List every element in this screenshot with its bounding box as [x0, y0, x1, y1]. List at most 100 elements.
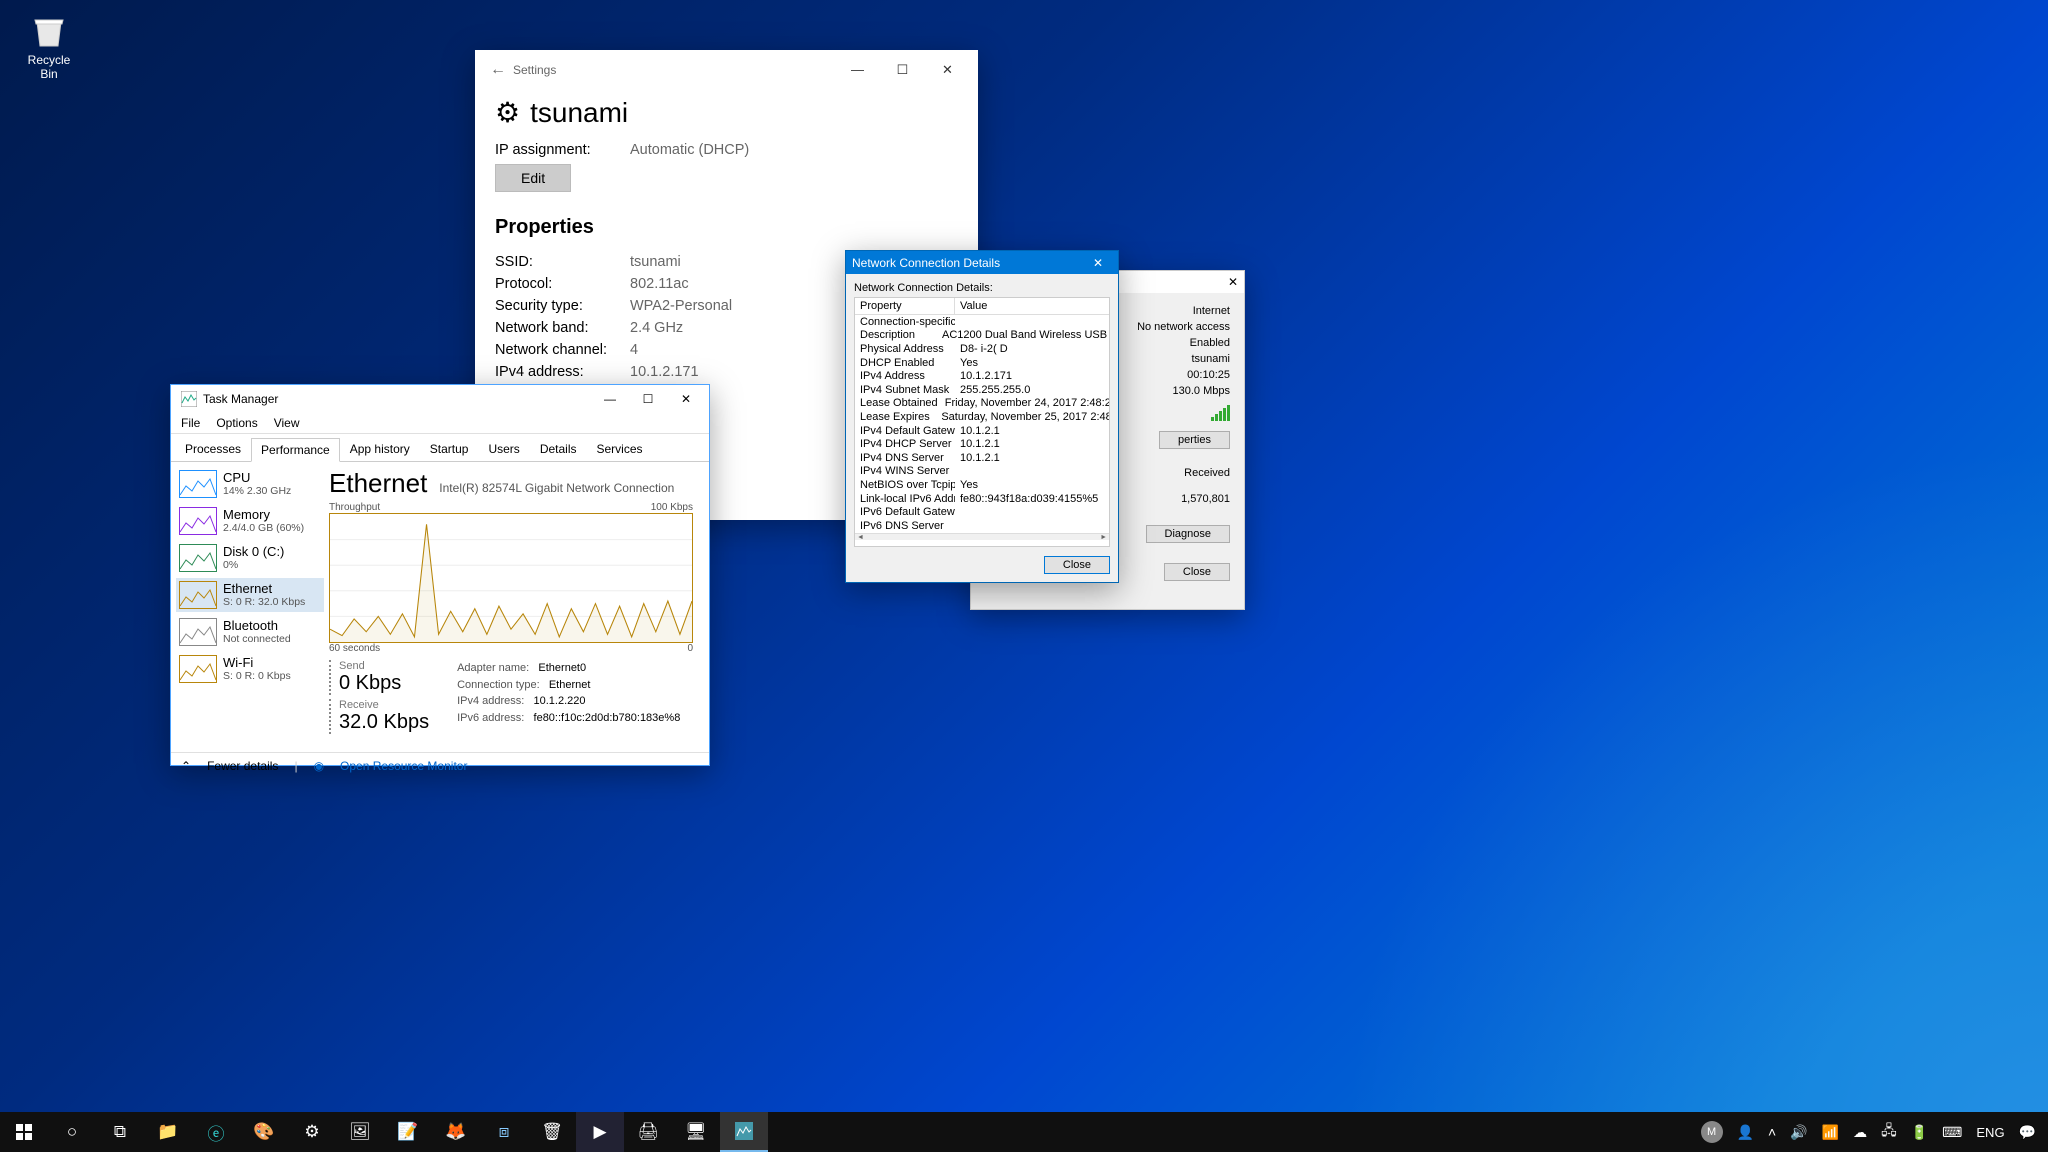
recycle-bin[interactable]: Recycle Bin [18, 10, 80, 81]
adapter-key: IPv4 address: [457, 695, 524, 707]
ncd-property: Description [855, 329, 937, 343]
close-button[interactable]: ✕ [1084, 256, 1112, 270]
signal-icon [1211, 405, 1230, 421]
tab-details[interactable]: Details [530, 437, 587, 461]
perf-title: Bluetooth [223, 618, 291, 633]
ncd-value: 10.1.2.1 [955, 437, 1005, 451]
ncd-value: 10.1.2.1 [955, 424, 1005, 438]
edge-icon[interactable]: ⓔ [192, 1112, 240, 1152]
volume-icon[interactable]: 🔊 [1790, 1124, 1807, 1141]
property-label: SSID: [495, 254, 630, 270]
maximize-button[interactable]: ☐ [629, 392, 667, 406]
tab-app-history[interactable]: App history [340, 437, 420, 461]
onedrive-icon[interactable]: ☁ [1853, 1124, 1867, 1141]
keyboard-icon[interactable]: ⌨ [1942, 1124, 1962, 1141]
edit-button[interactable]: Edit [495, 164, 571, 192]
adapter-value: Ethernet0 [538, 662, 586, 674]
taskmgr-icon [181, 391, 197, 407]
menu-item[interactable]: Options [216, 416, 257, 430]
recycle-bin-label: Recycle Bin [18, 53, 80, 81]
remote-desktop-icon[interactable]: 🖥 [672, 1112, 720, 1152]
minimize-button[interactable]: — [591, 392, 629, 406]
tab-performance[interactable]: Performance [251, 438, 340, 462]
close-button[interactable]: Close [1044, 556, 1110, 574]
detail-subtitle: Intel(R) 82574L Gigabit Network Connecti… [439, 481, 674, 495]
visual-studio-icon[interactable]: ⧈ [480, 1112, 528, 1152]
task-view-button[interactable]: ⧉ [96, 1112, 144, 1152]
close-icon[interactable]: ✕ [1228, 275, 1238, 289]
cortana-button[interactable]: ○ [48, 1112, 96, 1152]
property-label: Network channel: [495, 342, 630, 358]
notepad-icon[interactable]: 📝 [384, 1112, 432, 1152]
photos-icon[interactable]: 🖼 [336, 1112, 384, 1152]
h-scrollbar[interactable] [855, 533, 1109, 540]
property-value: 802.11ac [630, 276, 689, 292]
language-indicator[interactable]: ENG [1976, 1125, 2004, 1140]
taskmgr-taskbar-icon[interactable] [720, 1112, 768, 1152]
close-button[interactable]: Close [1164, 563, 1230, 581]
close-button[interactable]: ✕ [667, 392, 705, 406]
menu-item[interactable]: File [181, 416, 200, 430]
perf-item-disk-0--c--[interactable]: Disk 0 (C:)0% [176, 541, 324, 575]
ncd-property: Connection-specific DN... [855, 315, 955, 329]
perf-item-cpu[interactable]: CPU14% 2.30 GHz [176, 467, 324, 501]
perf-sub: 0% [223, 559, 284, 571]
file-explorer-icon[interactable]: 📁 [144, 1112, 192, 1152]
col-property: Property [855, 298, 955, 314]
ncd-value: fe80::943f18a:d039:4155%5 [955, 492, 1103, 506]
network-icon[interactable]: 🖧 [1881, 1120, 1897, 1144]
ncd-property: NetBIOS over Tcpip En... [855, 478, 955, 492]
tray-expand-icon[interactable]: ˄ [1768, 1124, 1776, 1140]
printer-icon[interactable]: 🖨 [624, 1112, 672, 1152]
adapter-key: IPv6 address: [457, 712, 524, 724]
property-value: 2.4 GHz [630, 320, 683, 336]
resmon-icon: ◉ [314, 759, 324, 773]
menu-item[interactable]: View [274, 416, 300, 430]
tab-services[interactable]: Services [587, 437, 653, 461]
tab-startup[interactable]: Startup [420, 437, 479, 461]
calculator-icon[interactable]: 🗑 [528, 1112, 576, 1152]
diagnose-button[interactable]: Diagnose [1146, 525, 1230, 543]
fewer-details-link[interactable]: Fewer details [207, 759, 278, 773]
maximize-button[interactable]: ☐ [880, 55, 925, 85]
col-value: Value [955, 298, 992, 314]
start-button[interactable] [0, 1112, 48, 1152]
ncd-property: IPv6 Default Gateway [855, 505, 955, 519]
firefox-icon[interactable]: 🦊 [432, 1112, 480, 1152]
action-center-icon[interactable]: 💬 [2019, 1124, 2036, 1141]
perf-item-wi-fi[interactable]: Wi-FiS: 0 R: 0 Kbps [176, 652, 324, 686]
network-connection-details-window: Network Connection Details ✕ Network Con… [845, 250, 1119, 583]
wifi-icon[interactable]: 📶 [1822, 1124, 1839, 1141]
details-label: Network Connection Details: [854, 282, 1110, 294]
user-avatar[interactable]: M [1701, 1121, 1723, 1143]
battery-icon[interactable]: 🔋 [1911, 1124, 1928, 1141]
window-title: Settings [513, 63, 556, 77]
ncd-property: IPv4 Default Gateway [855, 424, 955, 438]
ncd-value: AC1200 Dual Band Wireless USB Adapte [937, 329, 1109, 343]
receive-label: Receive [339, 699, 429, 711]
perf-title: CPU [223, 470, 291, 485]
perf-item-bluetooth[interactable]: BluetoothNot connected [176, 615, 324, 649]
status-value: 00:10:25 [1187, 369, 1230, 381]
tab-processes[interactable]: Processes [175, 437, 251, 461]
properties-button[interactable]: perties [1159, 431, 1230, 449]
powershell-icon[interactable]: ▶ [576, 1112, 624, 1152]
perf-item-memory[interactable]: Memory2.4/4.0 GB (60%) [176, 504, 324, 538]
ncd-property: IPv4 DHCP Server [855, 437, 955, 451]
settings-icon[interactable]: ⚙ [288, 1112, 336, 1152]
ncd-property: Lease Obtained [855, 397, 940, 411]
back-button[interactable]: ← [483, 61, 513, 79]
throughput-max: 100 Kbps [651, 502, 693, 513]
open-resmon-link[interactable]: Open Resource Monitor [340, 759, 467, 773]
minimize-button[interactable]: — [835, 55, 880, 85]
people-icon[interactable]: 👤 [1737, 1124, 1754, 1141]
ncd-value [955, 465, 965, 479]
perf-sub: 2.4/4.0 GB (60%) [223, 522, 304, 534]
status-value: Internet [1193, 305, 1230, 317]
close-button[interactable]: ✕ [925, 55, 970, 85]
window-title: Task Manager [203, 392, 278, 406]
ncd-property: IPv4 DNS Server [855, 451, 955, 465]
tab-users[interactable]: Users [478, 437, 529, 461]
paint-icon[interactable]: 🎨 [240, 1112, 288, 1152]
perf-item-ethernet[interactable]: EthernetS: 0 R: 32.0 Kbps [176, 578, 324, 612]
